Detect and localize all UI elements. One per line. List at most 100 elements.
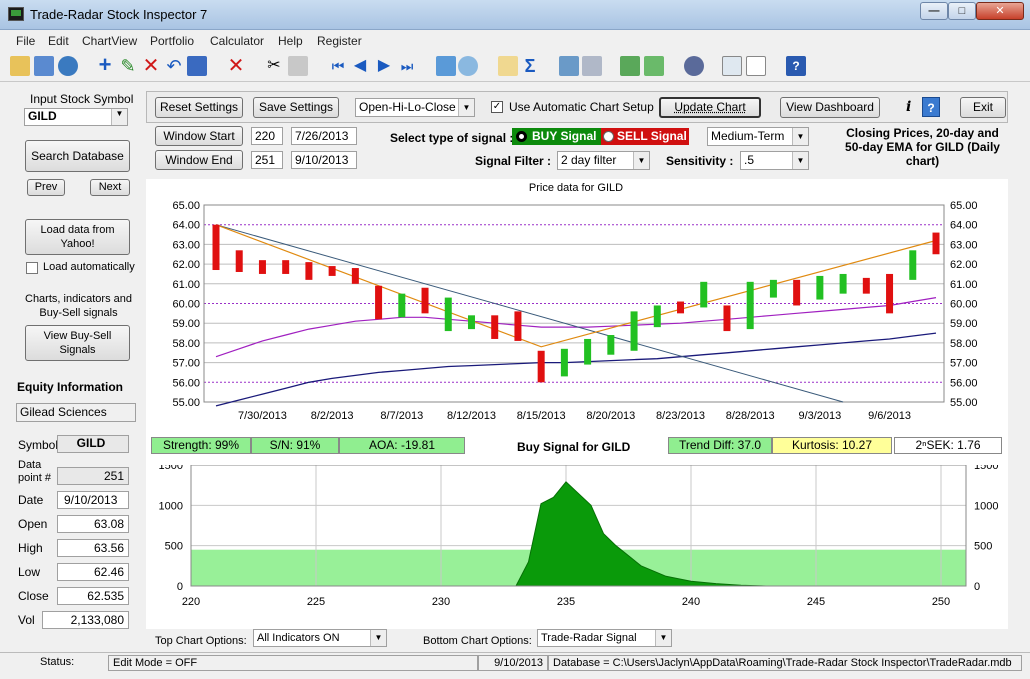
minimize-button[interactable]: — [920, 2, 948, 20]
export-icon[interactable] [644, 56, 664, 76]
trend-diff-metric: Trend Diff: 37.0 [668, 437, 772, 454]
magnifier-icon[interactable] [458, 56, 478, 76]
prev-button[interactable]: Prev [27, 179, 65, 196]
signal-x-tick: 250 [932, 596, 950, 608]
save-settings-button[interactable]: Save Settings [253, 97, 339, 118]
window-start-date[interactable]: 7/26/2013 [291, 127, 357, 145]
first-icon[interactable]: ⏮ [328, 56, 348, 76]
signal-filter-combo[interactable]: 2 day filter ▼ [557, 151, 650, 170]
save-doc-icon[interactable] [34, 56, 54, 76]
menu-calculator[interactable]: Calculator [210, 34, 264, 48]
menu-portfolio[interactable]: Portfolio [150, 34, 194, 48]
candle-down [421, 287, 429, 314]
sell-signal-option[interactable]: SELL Signal [601, 128, 689, 145]
info-label-close: Close [18, 589, 49, 603]
update-chart-button[interactable]: Update Chart [659, 97, 761, 118]
info-i-icon[interactable]: i [906, 99, 911, 115]
candle-down [932, 232, 940, 255]
load-auto-checkbox[interactable] [26, 262, 38, 274]
top-options-combo[interactable]: All Indicators ON ▼ [253, 629, 387, 647]
signal-chart[interactable]: 0 0 500 500 1000 1000 1500 1500 220 225 230 235 240 2… [146, 465, 1008, 627]
add-icon[interactable]: + [95, 54, 115, 76]
signal-y-tick-right: 1500 [974, 465, 998, 472]
bottom-options-combo[interactable]: Trade-Radar Signal ▼ [537, 629, 672, 647]
price-y-tick-left: 56.00 [172, 377, 200, 389]
cut-icon[interactable]: ✂ [264, 56, 284, 76]
view-signals-button[interactable]: View Buy-Sell Signals [25, 325, 130, 361]
settings-icon[interactable] [684, 56, 704, 76]
preview-icon[interactable] [722, 56, 742, 76]
symbol-combo[interactable]: GILD ▼ [24, 108, 128, 126]
pencil-icon[interactable]: ✎ [118, 56, 138, 76]
info-label-symbol: Symbol [18, 438, 59, 452]
notepad-icon[interactable] [498, 56, 518, 76]
price-y-tick-left: 60.00 [172, 299, 200, 311]
candle-up [839, 273, 847, 294]
chevron-down-icon: ▼ [370, 630, 386, 646]
help-icon[interactable]: ? [922, 97, 940, 117]
status-database: Database = C:\Users\Jaclyn\AppData\Roami… [548, 655, 1022, 671]
back-icon[interactable]: ◀ [350, 56, 370, 76]
printer-icon[interactable] [582, 56, 602, 76]
load-yahoo-button[interactable]: Load data from Yahoo! [25, 219, 130, 255]
menu-chartview[interactable]: ChartView [82, 34, 137, 48]
price-y-tick-right: 59.00 [950, 318, 978, 330]
chart-type-combo[interactable]: Open-Hi-Lo-Close ▼ [355, 98, 475, 117]
term-combo[interactable]: Medium-Term ▼ [707, 127, 809, 146]
info-vol: 2,133,080 [42, 611, 129, 629]
window-end-date[interactable]: 9/10/2013 [291, 151, 357, 169]
calculator-icon[interactable] [559, 56, 579, 76]
next-button[interactable]: Next [90, 179, 130, 196]
reset-settings-button[interactable]: Reset Settings [155, 97, 243, 118]
cancel-icon[interactable]: ✕ [226, 56, 246, 76]
view-dashboard-button[interactable]: View Dashboard [780, 97, 880, 118]
sek-metric: 2ⁿSEK: 1.76 [894, 437, 1002, 454]
signal-x-tick: 220 [182, 596, 200, 608]
info-close: 62.535 [57, 587, 129, 605]
menu-register[interactable]: Register [317, 34, 362, 48]
open-folder-icon[interactable] [10, 56, 30, 76]
undo-icon[interactable]: ↶ [164, 56, 184, 76]
sell-signal-label: SELL Signal [617, 129, 687, 143]
chevron-down-icon: ▼ [458, 99, 474, 116]
symbol-value: GILD [28, 109, 57, 123]
buy-signal-option[interactable]: BUY Signal [512, 128, 601, 145]
close-button[interactable]: ✕ [976, 2, 1024, 20]
candle-down [886, 273, 894, 314]
signal-filter-label: Signal Filter : [475, 154, 552, 168]
download-icon[interactable] [620, 56, 640, 76]
menu-edit[interactable]: Edit [48, 34, 69, 48]
search-database-button[interactable]: Search Database [25, 140, 130, 172]
candle-down [375, 285, 383, 320]
info-symbol: GILD [57, 435, 129, 453]
auto-setup-checkbox[interactable]: ✓ [491, 101, 503, 113]
menu-help[interactable]: Help [278, 34, 303, 48]
price-y-tick-right: 55.00 [950, 397, 978, 409]
price-chart[interactable]: Price data for GILD 55.00 55.00 56.00 56.00 5… [146, 179, 1008, 434]
price-y-tick-left: 59.00 [172, 318, 200, 330]
candle-down [282, 260, 290, 274]
maximize-button[interactable]: □ [948, 2, 976, 20]
chevron-down-icon: ▼ [111, 109, 127, 125]
forward-icon[interactable]: ▶ [374, 56, 394, 76]
window-start-index[interactable]: 220 [251, 127, 283, 145]
window-end-button[interactable]: Window End [155, 150, 243, 170]
trash-icon[interactable] [288, 56, 308, 76]
image-icon[interactable] [436, 56, 456, 76]
window-end-index[interactable]: 251 [251, 151, 283, 169]
status-date: 9/10/2013 [478, 655, 548, 671]
window-start-button[interactable]: Window Start [155, 126, 243, 146]
document-icon[interactable] [746, 56, 766, 76]
last-icon[interactable]: ⏭ [397, 56, 417, 76]
candle-down [677, 301, 685, 314]
globe-icon[interactable] [58, 56, 78, 76]
signal-filter-value: 2 day filter [561, 153, 617, 167]
delete-icon[interactable]: ✕ [141, 56, 161, 76]
menu-file[interactable]: File [16, 34, 35, 48]
floppy-icon[interactable] [187, 56, 207, 76]
exit-button[interactable]: Exit [960, 97, 1006, 118]
sigma-icon[interactable]: Σ [520, 56, 540, 76]
sensitivity-combo[interactable]: .5 ▼ [740, 151, 809, 170]
help-icon[interactable]: ? [786, 56, 806, 76]
price-x-tick: 8/20/2013 [586, 410, 635, 422]
